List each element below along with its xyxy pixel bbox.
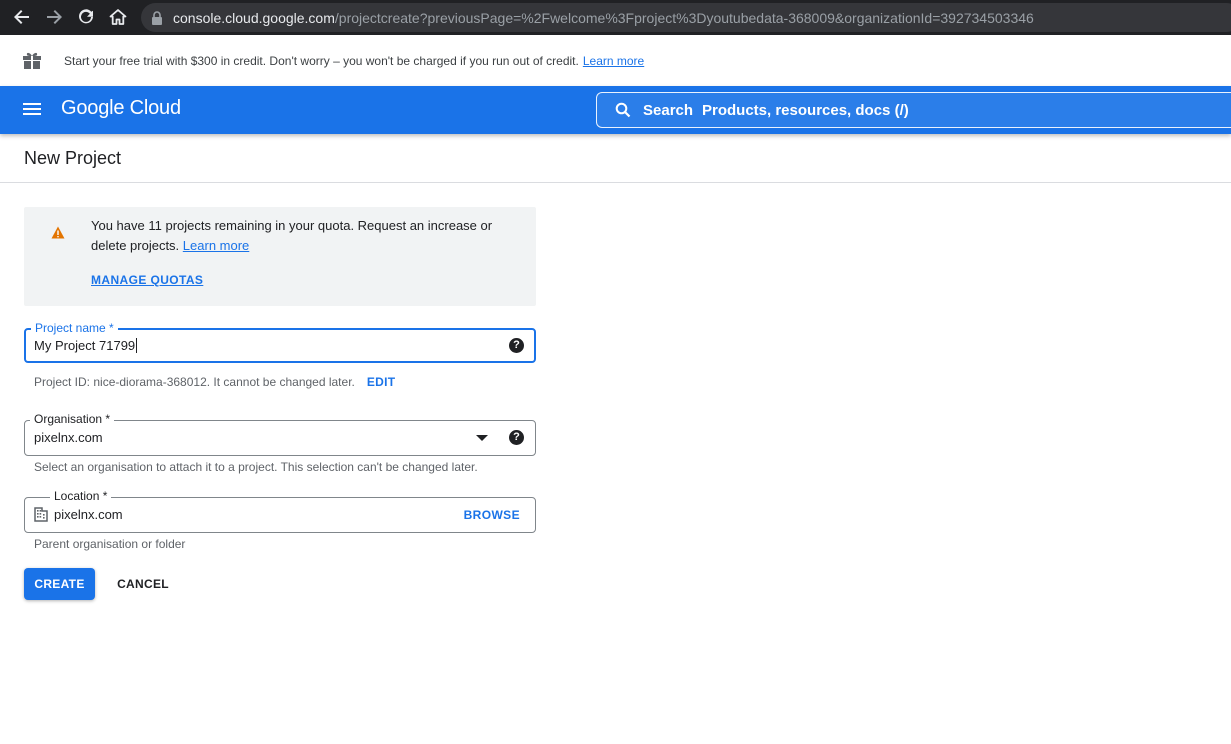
search-bar[interactable]: Search Products, resources, docs (/) bbox=[596, 92, 1231, 128]
project-id-helper: Project ID: nice-diorama-368012. It cann… bbox=[34, 375, 396, 389]
quota-learn-more-link[interactable]: Learn more bbox=[183, 238, 249, 253]
address-bar[interactable]: console.cloud.google.com/projectcreate?p… bbox=[141, 3, 1231, 32]
organisation-select[interactable]: Organisation * pixelnx.com ? bbox=[24, 412, 536, 456]
cancel-button[interactable]: CANCEL bbox=[107, 568, 179, 600]
organisation-value: pixelnx.com bbox=[34, 430, 103, 445]
location-value: pixelnx.com bbox=[54, 507, 123, 522]
url-host: console.cloud.google.com bbox=[173, 9, 335, 26]
browser-toolbar: console.cloud.google.com/projectcreate?p… bbox=[0, 0, 1231, 35]
free-trial-banner: Start your free trial with $300 in credi… bbox=[0, 35, 1231, 86]
trial-learn-more-link[interactable]: Learn more bbox=[583, 54, 644, 68]
search-icon bbox=[615, 102, 631, 118]
create-button[interactable]: CREATE bbox=[24, 568, 95, 600]
building-icon bbox=[34, 507, 48, 527]
trial-text: Start your free trial with $300 in credi… bbox=[64, 54, 645, 68]
warning-icon bbox=[51, 226, 65, 244]
organisation-helper: Select an organisation to attach it to a… bbox=[34, 460, 478, 474]
forward-arrow-icon[interactable] bbox=[43, 6, 65, 28]
dropdown-arrow-icon[interactable] bbox=[476, 435, 488, 441]
location-helper: Parent organisation or folder bbox=[34, 537, 186, 551]
location-field[interactable]: Location * pixelnx.com BROWSE bbox=[24, 489, 536, 533]
edit-project-id-link[interactable]: EDIT bbox=[367, 375, 396, 389]
search-placeholder: Products, resources, docs (/) bbox=[702, 102, 909, 119]
project-name-label: Project name * bbox=[31, 321, 118, 335]
page-title: New Project bbox=[24, 148, 122, 168]
quota-alert-text: You have 11 projects remaining in your q… bbox=[91, 218, 493, 253]
project-name-field[interactable]: Project name * My Project 71799 ? bbox=[24, 321, 536, 363]
project-name-input[interactable]: My Project 71799 bbox=[34, 338, 138, 353]
organisation-help-icon[interactable]: ? bbox=[509, 430, 524, 445]
divider bbox=[0, 182, 1231, 183]
app-header: Google Cloud Search Products, resources,… bbox=[0, 86, 1231, 134]
manage-quotas-link[interactable]: MANAGE QUOTAS bbox=[91, 273, 203, 287]
google-cloud-logo[interactable]: Google Cloud bbox=[61, 97, 181, 120]
hamburger-menu-icon[interactable] bbox=[22, 100, 42, 120]
gift-icon bbox=[22, 51, 42, 74]
quota-alert: You have 11 projects remaining in your q… bbox=[24, 207, 536, 306]
location-label: Location * bbox=[50, 489, 112, 503]
project-name-help-icon[interactable]: ? bbox=[509, 338, 524, 353]
organisation-label: Organisation * bbox=[30, 412, 115, 426]
home-icon[interactable] bbox=[107, 6, 129, 28]
url-path: /projectcreate?previousPage=%2Fwelcome%3… bbox=[334, 9, 1034, 26]
back-arrow-icon[interactable] bbox=[11, 6, 33, 28]
lock-icon bbox=[152, 10, 162, 25]
search-label: Search bbox=[643, 102, 694, 119]
browse-button[interactable]: BROWSE bbox=[464, 508, 520, 522]
reload-icon[interactable] bbox=[75, 6, 97, 28]
